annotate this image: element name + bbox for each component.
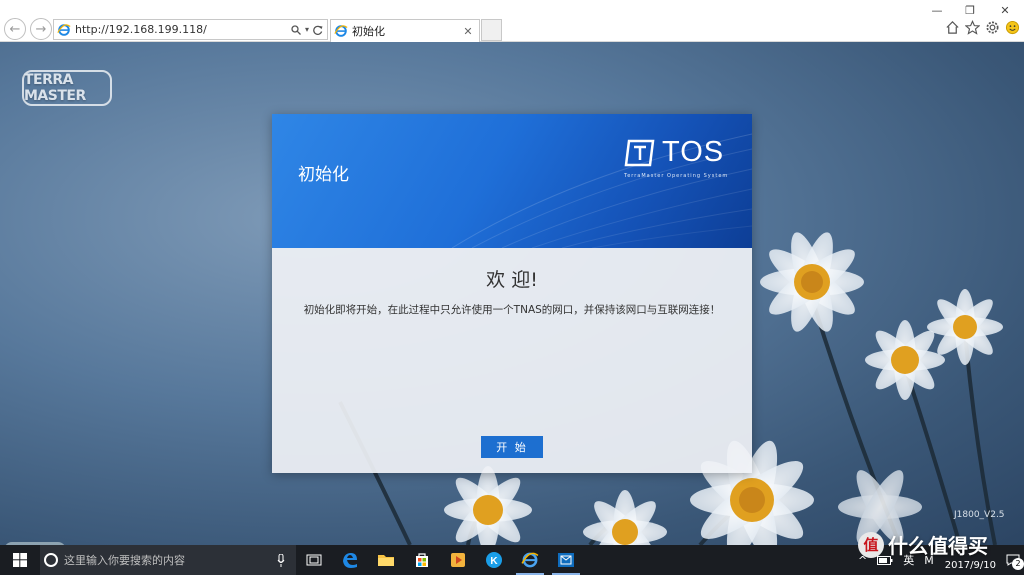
media-player-icon[interactable] bbox=[440, 545, 476, 575]
browser-tab[interactable]: 初始化 ✕ bbox=[330, 19, 480, 42]
watermark-badge: 值 bbox=[858, 531, 884, 558]
window-restore-button[interactable]: ❐ bbox=[955, 2, 985, 18]
watermark-text: 什么值得买 bbox=[888, 534, 988, 558]
taskbar-search[interactable]: 这里输入你要搜索的内容 bbox=[40, 545, 296, 575]
ie-icon bbox=[57, 23, 71, 36]
tos-logo-icon bbox=[624, 139, 655, 166]
tab-title: 初始化 bbox=[352, 25, 385, 38]
tos-logo-text: TOS bbox=[662, 136, 725, 168]
address-bar[interactable]: http://192.168.199.118/ ▾ bbox=[53, 19, 328, 40]
windows-icon bbox=[13, 553, 27, 567]
microphone-icon[interactable] bbox=[272, 553, 290, 567]
window-minimize-button[interactable]: — bbox=[922, 2, 952, 18]
notification-count: 2 bbox=[1012, 558, 1024, 570]
search-icon[interactable] bbox=[291, 24, 301, 35]
chevron-down-icon[interactable]: ▾ bbox=[305, 25, 309, 34]
dialog-title: 初始化 bbox=[298, 165, 349, 185]
star-icon[interactable] bbox=[965, 20, 980, 35]
tos-subtitle: TerraMaster Operating System bbox=[624, 173, 729, 179]
tos-logo: TOS bbox=[624, 136, 724, 169]
taskbar-search-input[interactable]: 这里输入你要搜索的内容 bbox=[64, 552, 272, 568]
kugou-music-icon[interactable]: K bbox=[476, 545, 512, 575]
page-content: TERRA MASTER J1800_V2.5 初始化 TOS TerraMas… bbox=[0, 42, 1024, 545]
file-explorer-icon[interactable] bbox=[368, 545, 404, 575]
init-message: 初始化即将开始，在此过程中只允许使用一个TNAS的网口，并保持该网口与互联网连接… bbox=[303, 304, 721, 316]
site-watermark: 值 什么值得买 bbox=[858, 530, 988, 559]
back-button[interactable]: ← bbox=[4, 18, 26, 40]
outlook-icon[interactable] bbox=[548, 545, 584, 575]
task-view-icon[interactable] bbox=[296, 545, 332, 575]
dialog-header: 初始化 TOS TerraMaster Operating System bbox=[272, 114, 752, 248]
cortana-icon bbox=[44, 553, 58, 567]
forward-button[interactable]: → bbox=[30, 18, 52, 40]
browser-chrome: — ❐ ✕ ← → http://192.168.199.118/ ▾ 初始化 … bbox=[0, 0, 1024, 42]
start-button-windows[interactable] bbox=[0, 545, 40, 575]
ie-icon bbox=[334, 25, 348, 37]
dialog-body: 欢 迎! 初始化即将开始，在此过程中只允许使用一个TNAS的网口，并保持该网口与… bbox=[272, 248, 752, 473]
home-icon[interactable] bbox=[945, 20, 960, 35]
internet-explorer-icon[interactable] bbox=[512, 545, 548, 575]
window-close-button[interactable]: ✕ bbox=[990, 2, 1020, 18]
refresh-icon[interactable] bbox=[313, 25, 323, 35]
new-tab-button[interactable] bbox=[481, 19, 502, 41]
smiley-icon[interactable] bbox=[1005, 20, 1020, 35]
welcome-heading: 欢 迎! bbox=[486, 269, 538, 291]
svg-text:K: K bbox=[490, 556, 498, 567]
edge-icon[interactable] bbox=[332, 545, 368, 575]
address-url[interactable]: http://192.168.199.118/ bbox=[75, 23, 291, 36]
store-icon[interactable] bbox=[404, 545, 440, 575]
action-center-button[interactable]: 2 bbox=[1002, 551, 1024, 570]
arrow-left-icon: ← bbox=[9, 21, 21, 37]
arrow-right-icon: → bbox=[35, 21, 47, 37]
start-button[interactable]: 开 始 bbox=[481, 436, 543, 458]
clock-date: 2017/9/10 bbox=[944, 560, 996, 571]
terramaster-logo: TERRA MASTER bbox=[22, 70, 112, 106]
gear-icon[interactable] bbox=[985, 20, 1000, 35]
init-dialog: 初始化 TOS TerraMaster Operating System 欢 迎… bbox=[272, 114, 752, 473]
close-icon[interactable]: ✕ bbox=[461, 25, 475, 38]
firmware-version: J1800_V2.5 bbox=[954, 510, 1005, 520]
